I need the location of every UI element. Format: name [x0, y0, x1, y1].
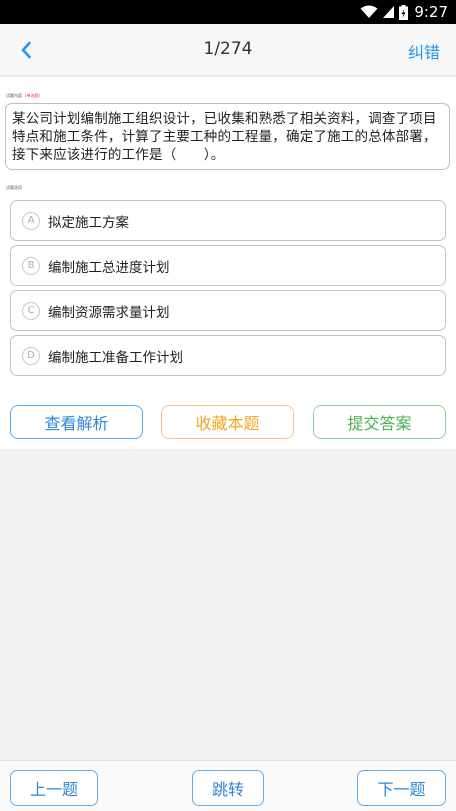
option-a[interactable]: A 拟定施工方案: [10, 200, 446, 241]
view-analysis-button[interactable]: 查看解析: [10, 405, 143, 439]
question-text: 某公司计划编制施工组织设计，已收集和熟悉了相关资料，调查了项目特点和施工条件，计…: [5, 103, 450, 170]
option-d[interactable]: D 编制施工准备工作计划: [10, 335, 446, 376]
option-text: 编制施工总进度计划: [48, 259, 170, 276]
question-label: 试题内容 (单选题): [6, 93, 40, 99]
options-label: 试题选项: [6, 185, 22, 190]
option-text: 拟定施工方案: [48, 214, 129, 231]
question-counter: 1/274: [203, 39, 253, 59]
option-c[interactable]: C 编制资源需求量计划: [10, 290, 446, 331]
report-error-button[interactable]: 纠错: [408, 39, 440, 63]
option-letter: B: [22, 256, 40, 275]
next-question-button[interactable]: 下一题: [357, 770, 446, 806]
question-type-tag: (单选题): [25, 93, 41, 98]
status-bar: 9:27: [0, 0, 456, 24]
action-buttons: 查看解析 收藏本题 提交答案: [0, 405, 456, 450]
favorite-button[interactable]: 收藏本题: [161, 405, 294, 439]
wifi-icon: [360, 5, 378, 18]
battery-icon: [399, 4, 409, 20]
bottom-nav-bar: 上一题 跳转 下一题: [0, 760, 456, 811]
option-b[interactable]: B 编制施工总进度计划: [10, 245, 446, 286]
top-nav-bar: 1/274 纠错: [0, 24, 456, 76]
option-text: 编制资源需求量计划: [48, 304, 170, 321]
option-letter: A: [22, 211, 40, 230]
option-letter: D: [22, 346, 40, 365]
option-letter: C: [22, 301, 40, 320]
signal-icon: [383, 6, 395, 18]
prev-question-button[interactable]: 上一题: [10, 770, 98, 806]
option-text: 编制施工准备工作计划: [48, 349, 183, 366]
question-panel: 试题内容 (单选题) 某公司计划编制施工组织设计，已收集和熟悉了相关资料，调查了项…: [0, 77, 456, 449]
status-time: 9:27: [414, 3, 448, 21]
jump-button[interactable]: 跳转: [192, 770, 264, 806]
submit-answer-button[interactable]: 提交答案: [313, 405, 446, 439]
question-label-text: 试题内容: [6, 93, 22, 98]
